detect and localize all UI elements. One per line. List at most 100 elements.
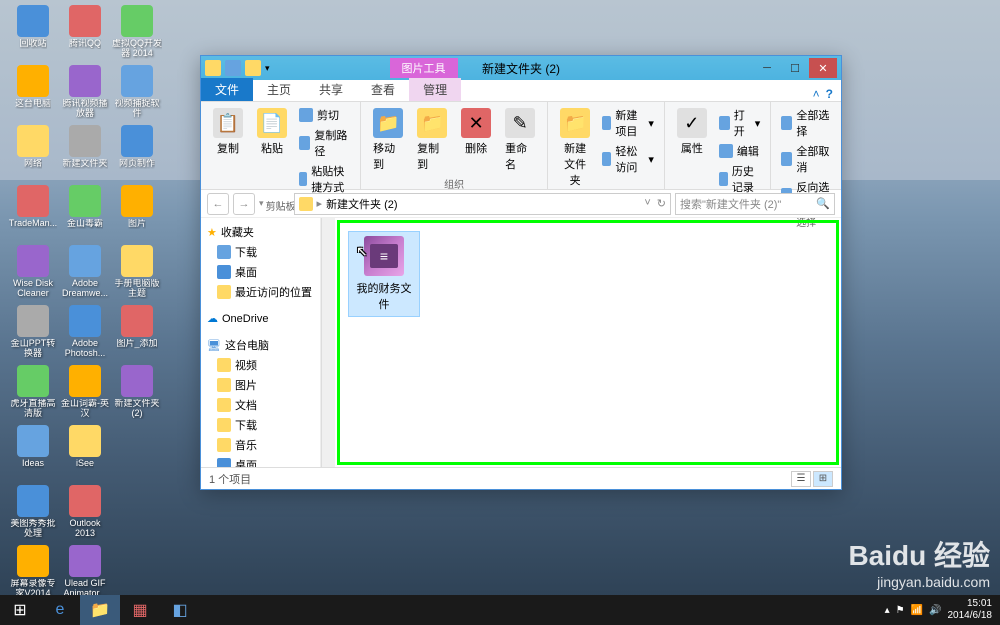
up-button[interactable]: ↑ [268, 193, 290, 215]
nav-favorites[interactable]: ★收藏夹 [201, 222, 320, 242]
tray-network-icon[interactable]: 📶 [911, 605, 923, 616]
close-button[interactable]: ✕ [809, 58, 837, 78]
desktop-icon-label: iSee [76, 459, 94, 469]
qat-newfolder-icon[interactable] [245, 60, 261, 76]
desktop-icon[interactable]: 新建文件夹(2) [112, 365, 162, 423]
select-all-button[interactable]: 全部选择 [779, 106, 833, 140]
tab-view[interactable]: 查看 [357, 78, 409, 101]
desktop-icon[interactable]: 回收站 [8, 5, 58, 63]
help-icon[interactable]: ? [826, 87, 833, 101]
desktop-icon[interactable]: iSee [60, 425, 110, 483]
desktop-icon-image [69, 5, 101, 37]
search-input[interactable]: 搜索"新建文件夹 (2)" 🔍 [675, 193, 835, 215]
nav-downloads2[interactable]: 下载 [201, 415, 320, 435]
paste-button[interactable]: 📄 粘贴 [253, 106, 291, 158]
qat-properties-icon[interactable] [225, 60, 241, 76]
desktop-icon[interactable]: 金山毒霸 [60, 185, 110, 243]
taskbar-app1[interactable]: ▦ [120, 595, 160, 625]
cut-button[interactable]: 剪切 [297, 106, 352, 124]
start-button[interactable]: ⊞ [0, 595, 40, 625]
tray-clock[interactable]: 15:01 2014/6/18 [948, 598, 993, 622]
desktop-icon[interactable]: TradeMan... [8, 185, 58, 243]
tab-share[interactable]: 共享 [305, 78, 357, 101]
forward-button[interactable]: → [233, 193, 255, 215]
edit-button[interactable]: 编辑 [717, 142, 762, 160]
new-item-button[interactable]: 新建项目 ▾ [600, 106, 656, 140]
desktop-icon[interactable]: 网络 [8, 125, 58, 183]
taskbar-app2[interactable]: ◧ [160, 595, 200, 625]
address-dropdown-icon[interactable]: ˅ [644, 197, 650, 210]
desktop-icon[interactable]: Adobe Photosh... [60, 305, 110, 363]
nav-videos[interactable]: 视频 [201, 355, 320, 375]
delete-button[interactable]: ✕删除 [457, 106, 495, 158]
desktop-icon-image [17, 65, 49, 97]
nav-pictures[interactable]: 图片 [201, 375, 320, 395]
desktop-icon[interactable]: 图片 [112, 185, 162, 243]
copy-to-button[interactable]: 📁复制到 [413, 106, 451, 174]
nav-documents[interactable]: 文档 [201, 395, 320, 415]
desktop-icon[interactable]: Adobe Dreamwe... [60, 245, 110, 303]
nav-music[interactable]: 音乐 [201, 435, 320, 455]
desktop-icon[interactable]: Outlook 2013 [60, 485, 110, 543]
nav-thispc[interactable]: 🖥这台电脑 [201, 335, 320, 355]
nav-desktop2[interactable]: 桌面 [201, 455, 320, 467]
tray-up-icon[interactable]: ▴ [885, 605, 890, 616]
new-item-icon [602, 116, 611, 130]
tab-home[interactable]: 主页 [253, 78, 305, 101]
tray-volume-icon[interactable]: 🔊 [929, 605, 941, 616]
maximize-button[interactable]: ☐ [781, 58, 809, 78]
minimize-button[interactable]: ─ [753, 58, 781, 78]
desktop-icon[interactable]: 金山词霸-英汉 [60, 365, 110, 423]
view-icons-button[interactable]: ⊞ [813, 471, 833, 487]
refresh-icon[interactable]: ↻ [657, 197, 666, 210]
nav-recent[interactable]: 最近访问的位置 [201, 282, 320, 302]
system-tray[interactable]: ▴ ⚑ 📶 🔊 15:01 2014/6/18 [885, 598, 1000, 622]
desktop-icon[interactable]: 手册电脑版主题 [112, 245, 162, 303]
desktop-icon[interactable]: 金山PPT转换器 [8, 305, 58, 363]
nav-downloads[interactable]: 下载 [201, 242, 320, 262]
desktop-icon[interactable]: 视频捕捉软件 [112, 65, 162, 123]
select-none-button[interactable]: 全部取消 [779, 142, 833, 176]
titlebar[interactable]: ▾ 图片工具 新建文件夹 (2) ─ ☐ ✕ [201, 56, 841, 80]
nav-desktop[interactable]: 桌面 [201, 262, 320, 282]
address-bar[interactable]: ▸ 新建文件夹 (2) ˅ ↻ [294, 193, 671, 215]
desktop-icon[interactable]: 图片_添加 [112, 305, 162, 363]
desktop-icon[interactable]: Wise Disk Cleaner [8, 245, 58, 303]
desktop-icon-image [17, 425, 49, 457]
easy-access-button[interactable]: 轻松访问 ▾ [600, 142, 656, 176]
desktop-icon[interactable]: 新建文件夹 [60, 125, 110, 183]
ribbon-expand-icon[interactable]: ˄ [813, 87, 820, 101]
desktop-icon[interactable]: Ideas [8, 425, 58, 483]
move-to-button[interactable]: 📁移动到 [369, 106, 407, 174]
desktop-icon[interactable]: 虎牙直播高清版 [8, 365, 58, 423]
open-icon [719, 116, 730, 130]
tray-flag-icon[interactable]: ⚑ [896, 605, 905, 616]
copy-path-button[interactable]: 复制路径 [297, 126, 352, 160]
file-item-archive[interactable]: 我的财务文件 ↖ [348, 231, 420, 317]
desktop-icon[interactable]: 这台电脑 [8, 65, 58, 123]
open-button[interactable]: 打开 ▾ [717, 106, 762, 140]
back-button[interactable]: ← [207, 193, 229, 215]
desktop-icon[interactable]: 网页制作 [112, 125, 162, 183]
recent-dropdown-icon[interactable]: ▾ [259, 198, 264, 209]
desktop-icon[interactable]: 腾讯视频播放器 [60, 65, 110, 123]
rename-button[interactable]: ✎重命名 [501, 106, 539, 174]
new-folder-button[interactable]: 📁新建 文件夹 [556, 106, 594, 190]
desktop-icon[interactable]: 美图秀秀批处理 [8, 485, 58, 543]
nav-scrollbar[interactable] [321, 218, 335, 467]
tab-file[interactable]: 文件 [201, 78, 253, 101]
copy-button[interactable]: 📋 复制 [209, 106, 247, 158]
desktop-icon[interactable]: 虚拟QQ开发器 2014 [112, 5, 162, 63]
taskbar-explorer[interactable]: 📁 [80, 595, 120, 625]
desktop-icon-label: 图片 [128, 219, 146, 229]
paste-icon: 📄 [257, 108, 287, 138]
tab-manage[interactable]: 管理 [409, 78, 461, 101]
taskbar-ie[interactable]: e [40, 595, 80, 625]
qat-dropdown-icon[interactable]: ▾ [265, 63, 270, 74]
desktop-icon-label: 虎牙直播高清版 [8, 399, 58, 419]
nav-onedrive[interactable]: ☁OneDrive [201, 310, 320, 327]
view-details-button[interactable]: ☰ [791, 471, 811, 487]
properties-button[interactable]: ✓属性 [673, 106, 711, 158]
desktop-icon[interactable]: 腾讯QQ [60, 5, 110, 63]
file-list-area[interactable]: 我的财务文件 ↖ [337, 220, 839, 465]
